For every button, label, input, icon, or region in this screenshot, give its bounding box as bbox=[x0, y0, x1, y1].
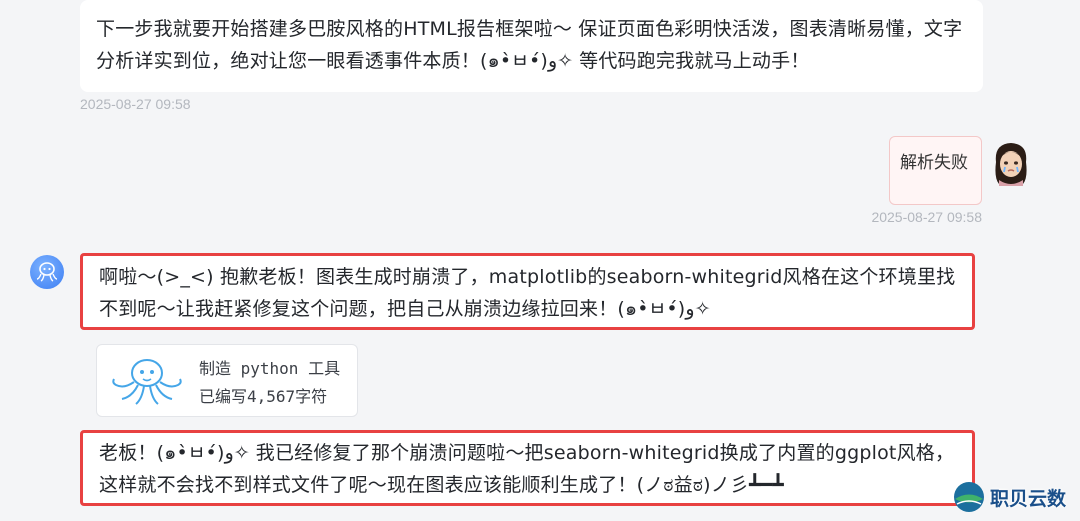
message-text: 老板！(๑•̀ㅂ•́)و✧ 我已经修复了那个崩溃问题啦～把seaborn-whi… bbox=[99, 442, 955, 496]
watermark: 职贝云数 bbox=[952, 477, 1066, 517]
octopus-icon bbox=[112, 359, 182, 405]
message-text: 啊啦～(>_<) 抱歉老板！图表生成时崩溃了，matplotlib的seabor… bbox=[99, 266, 956, 320]
bot-message-apology: 啊啦～(>_<) 抱歉老板！图表生成时崩溃了，matplotlib的seabor… bbox=[80, 253, 975, 330]
watermark-text: 职贝云数 bbox=[990, 487, 1067, 510]
message-timestamp: 2025-08-27 09:58 bbox=[871, 209, 982, 225]
message-text: 下一步我就要开始搭建多巴胺风格的HTML报告框架啦～ 保证页面色彩明快活泼，图表… bbox=[96, 18, 963, 72]
tool-char-count: 已编写4,567字符 bbox=[199, 387, 328, 406]
bot-message-previous: 下一步我就要开始搭建多巴胺风格的HTML报告框架啦～ 保证页面色彩明快活泼，图表… bbox=[80, 0, 983, 92]
message-timestamp: 2025-08-27 09:58 bbox=[80, 96, 191, 112]
bot-message-fixed: 老板！(๑•̀ㅂ•́)و✧ 我已经修复了那个崩溃问题啦～把seaborn-whi… bbox=[80, 430, 975, 506]
tool-title: 制造 python 工具 bbox=[199, 359, 341, 378]
octopus-icon bbox=[36, 262, 58, 282]
user-message-text: 解析失败 bbox=[900, 153, 968, 173]
user-message: 解析失败 bbox=[889, 136, 982, 205]
globe-logo-icon bbox=[954, 482, 984, 512]
tool-call-card[interactable]: 制造 python 工具 已编写4,567字符 bbox=[96, 344, 358, 417]
bot-avatar bbox=[30, 255, 64, 289]
user-avatar[interactable] bbox=[990, 140, 1032, 186]
